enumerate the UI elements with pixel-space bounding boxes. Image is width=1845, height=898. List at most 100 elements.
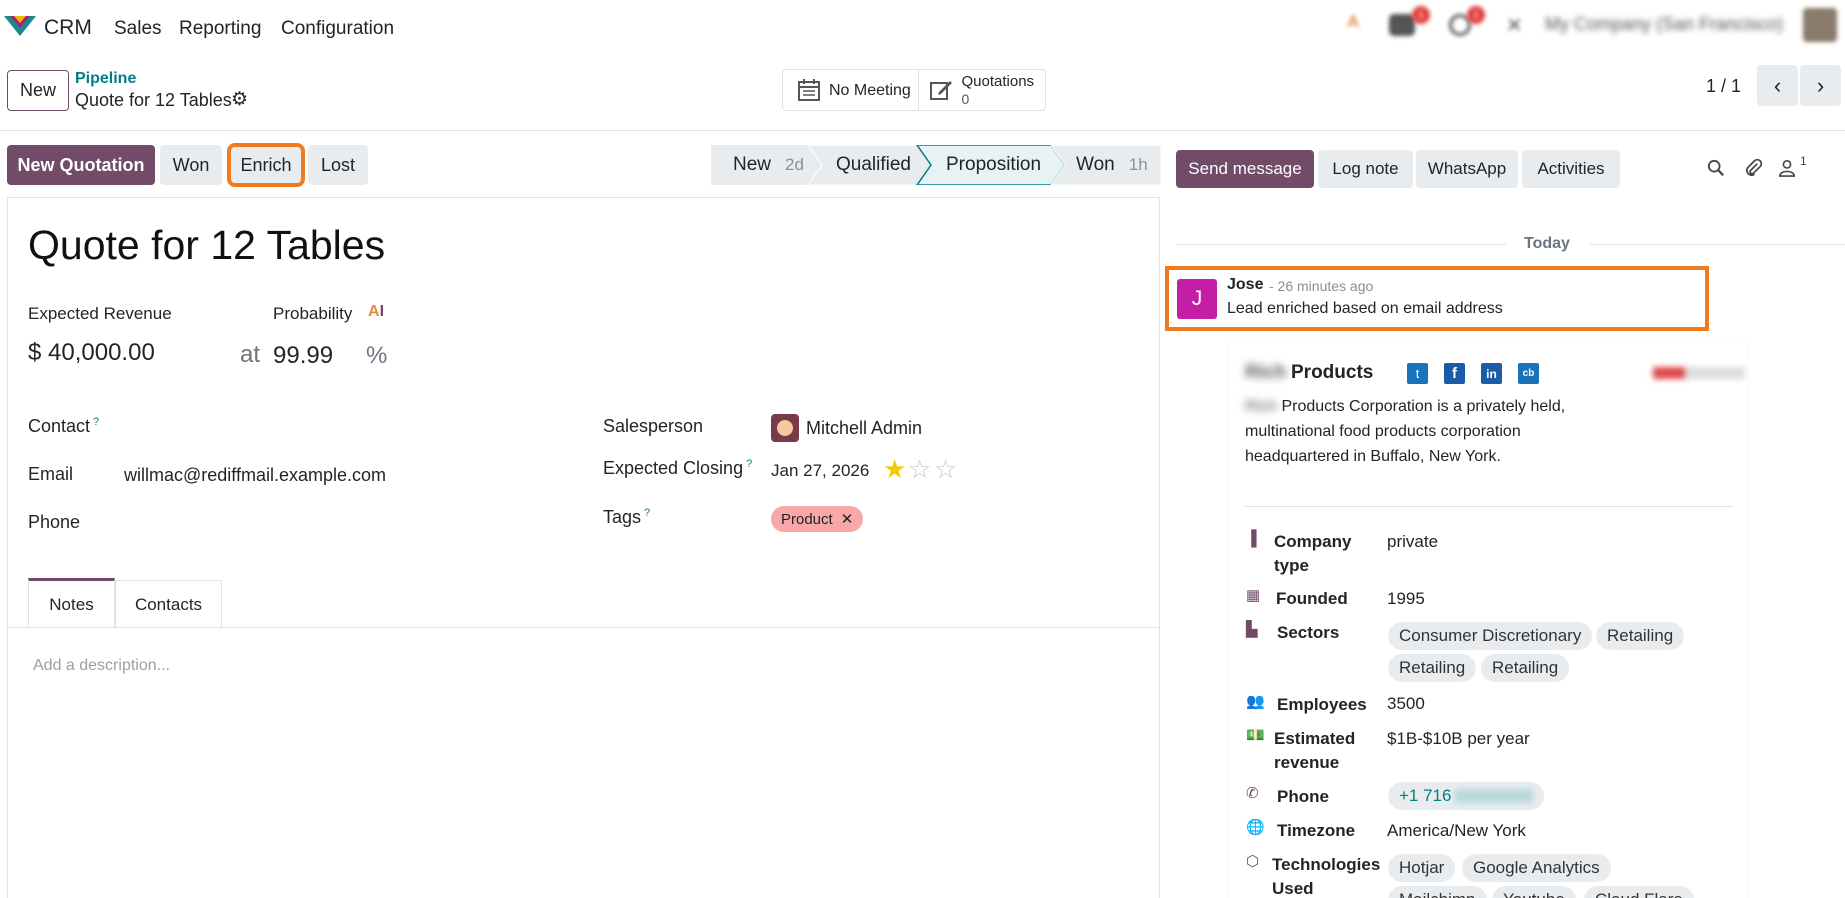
linkedin-icon[interactable]: in — [1481, 363, 1502, 384]
email-value[interactable]: willmac@rediffmail.example.com — [124, 465, 386, 486]
priority-star-empty-icon[interactable]: ☆ — [934, 454, 957, 485]
employees-value: 3500 — [1387, 694, 1425, 713]
author-avatar[interactable]: J — [1177, 279, 1217, 319]
sector-tag: Consumer Discretionary — [1388, 622, 1593, 650]
date-separator-line — [1590, 244, 1845, 245]
new-quotation-button[interactable]: New Quotation — [7, 145, 155, 185]
contact-label: Contact? — [28, 416, 99, 437]
description-field[interactable]: Add a description... — [33, 657, 170, 675]
calendar-icon — [798, 79, 820, 101]
crm-logo-icon[interactable] — [4, 14, 36, 38]
tag-remove-icon[interactable]: ✕ — [841, 510, 854, 528]
chat-icon[interactable] — [1389, 14, 1415, 36]
paperclip-icon[interactable] — [1744, 158, 1763, 177]
users-icon: 👥 — [1246, 693, 1265, 710]
phone-number-blurred — [1455, 789, 1534, 803]
phone-label: Phone — [1277, 787, 1329, 806]
enrich-button[interactable]: Enrich — [227, 143, 305, 187]
stage-name: New — [733, 154, 772, 175]
app-brand[interactable]: CRM — [44, 16, 92, 40]
ai-icon[interactable]: A — [1347, 12, 1371, 36]
gear-icon[interactable]: ⚙ — [231, 88, 248, 111]
breadcrumb-pipeline[interactable]: Pipeline — [75, 70, 136, 88]
technology-tag: Mailchimp — [1388, 886, 1487, 898]
help-tooltip[interactable]: ? — [93, 416, 99, 428]
lost-button[interactable]: Lost — [308, 145, 368, 185]
company-name-prefix: Rich — [1245, 362, 1287, 383]
help-tooltip[interactable]: ? — [746, 458, 752, 470]
company-type-value: private — [1387, 532, 1439, 551]
menu-configuration[interactable]: Configuration — [281, 18, 394, 40]
twitter-icon[interactable]: t — [1407, 363, 1428, 384]
founded-value: 1995 — [1387, 589, 1425, 608]
stage-duration: 2d — [785, 155, 804, 174]
chevron-left-icon: ‹ — [1773, 72, 1782, 98]
activities-button[interactable]: Activities — [1522, 150, 1620, 188]
control-panel: New Pipeline Quote for 12 Tables ⚙ No Me… — [0, 58, 1845, 131]
stage-proposition[interactable]: Proposition — [946, 145, 1041, 185]
chevron-right-icon: › — [1816, 72, 1825, 98]
email-label: Email — [28, 464, 74, 484]
tab-contacts[interactable]: Contacts — [115, 580, 222, 628]
smart-buttons: No Meeting Quotations 0 — [782, 69, 1046, 111]
sectors-label: Sectors — [1277, 623, 1340, 642]
timezone-value: America/New York — [1387, 821, 1526, 840]
company-logo — [1653, 367, 1745, 379]
activities-badge: 1 — [1467, 6, 1485, 24]
percent-sign: % — [366, 342, 388, 369]
log-note-button[interactable]: Log note — [1318, 150, 1413, 188]
founded-label: Founded — [1276, 589, 1348, 608]
tab-label: Contacts — [134, 594, 203, 614]
company-switcher[interactable]: My Company (San Francisco) — [1545, 14, 1783, 35]
stage-qualified[interactable]: Qualified — [836, 145, 911, 185]
expected-revenue-value[interactable]: $ 40,000.00 — [28, 339, 155, 367]
company-description: Rich Products Corporation is a privately… — [1245, 394, 1575, 469]
technology-tag: Cloud Flare — [1584, 886, 1694, 898]
pager-next-button[interactable]: › — [1800, 65, 1841, 106]
phone-value[interactable]: +1 716 — [1388, 782, 1545, 810]
won-button[interactable]: Won — [160, 145, 222, 185]
edit-icon — [930, 81, 953, 100]
ai-probability-icon[interactable]: AI — [368, 303, 384, 321]
phone-icon: ✆ — [1246, 785, 1259, 802]
opportunity-title[interactable]: Quote for 12 Tables — [28, 222, 385, 269]
stage-duration: 1h — [1128, 155, 1148, 174]
salesperson-value[interactable]: Mitchell Admin — [806, 418, 922, 439]
whatsapp-button[interactable]: WhatsApp — [1416, 150, 1518, 188]
menu-sales[interactable]: Sales — [114, 18, 162, 40]
chatter-message[interactable]: J Jose - 26 minutes ago Lead enriched ba… — [1165, 266, 1709, 331]
pager-value[interactable]: 1 / 1 — [1706, 76, 1741, 97]
building-icon: ▐ — [1246, 530, 1257, 547]
technology-tag: Google Analytics — [1462, 854, 1611, 882]
probability-value[interactable]: 99.99 — [273, 342, 333, 370]
tags-label-text: Tags — [603, 507, 642, 527]
menu-reporting[interactable]: Reporting — [179, 18, 261, 40]
followers-icon[interactable] — [1778, 159, 1796, 177]
phone-label: Phone — [28, 512, 81, 532]
user-avatar[interactable] — [1803, 8, 1837, 42]
tag-product[interactable]: Product ✕ — [771, 506, 864, 532]
priority-star-filled-icon[interactable]: ★ — [883, 454, 906, 485]
send-message-button[interactable]: Send message — [1176, 150, 1314, 188]
tab-notes[interactable]: Notes — [28, 578, 115, 628]
crunchbase-icon[interactable]: cb — [1518, 363, 1539, 384]
stage-new[interactable]: New 2d — [733, 145, 804, 185]
tools-icon[interactable]: ✕ — [1506, 13, 1523, 38]
meeting-smart-button[interactable]: No Meeting — [783, 70, 920, 110]
help-tooltip[interactable]: ? — [644, 507, 650, 519]
technology-tag: Hotjar — [1388, 854, 1456, 882]
stage-won[interactable]: Won 1h — [1076, 145, 1148, 185]
timezone-label: Timezone — [1277, 821, 1356, 840]
author-name[interactable]: Jose — [1227, 276, 1263, 294]
tags-label: Tags? — [603, 507, 650, 528]
quotations-smart-button[interactable]: Quotations 0 — [919, 70, 1045, 110]
search-icon[interactable] — [1707, 159, 1725, 177]
facebook-icon[interactable]: f — [1444, 363, 1465, 384]
pager-previous-button[interactable]: ‹ — [1757, 65, 1798, 106]
revenue-value: $1B-$10B per year — [1387, 729, 1530, 748]
form-sheet — [7, 197, 1160, 898]
expected-closing-value[interactable]: Jan 27, 2026 — [771, 461, 869, 481]
priority-star-empty-icon[interactable]: ☆ — [908, 454, 931, 485]
new-record-button[interactable]: New — [7, 70, 69, 111]
stage-name: Won — [1076, 154, 1115, 175]
